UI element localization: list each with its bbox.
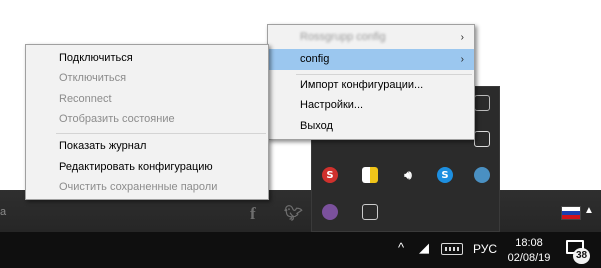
exit-label: Выход xyxy=(300,120,333,132)
menu-separator xyxy=(56,133,266,134)
show-hidden-icons-chevron-icon[interactable]: ^ xyxy=(398,240,404,255)
connect-label: Подключиться xyxy=(59,52,133,64)
keyboard-icon[interactable] xyxy=(441,243,463,255)
notification-count-badge: 38 xyxy=(573,248,590,264)
skype-icon[interactable]: S xyxy=(437,167,453,183)
settings-label: Настройки... xyxy=(300,99,364,111)
shield-icon[interactable] xyxy=(362,167,378,183)
network-icon[interactable]: ◢ xyxy=(419,240,429,256)
openvpn-main-menu: Rossgrupp config › config › Импорт конфи… xyxy=(267,24,475,140)
menu-item-show-status: Отобразить состояние xyxy=(26,109,268,130)
facebook-icon[interactable]: f xyxy=(250,204,256,224)
viber-icon[interactable] xyxy=(322,204,338,220)
menu-item-exit[interactable]: Выход xyxy=(268,116,474,137)
monitor-icon[interactable] xyxy=(474,95,490,111)
menu-item-reconnect: Reconnect xyxy=(26,89,268,110)
monitor2-icon[interactable] xyxy=(474,131,490,147)
menu-item-connect[interactable]: Подключиться xyxy=(26,48,268,69)
connection-submenu: Подключиться Отключиться Reconnect Отобр… xyxy=(25,44,269,200)
chevron-up-icon: ▲ xyxy=(584,205,594,216)
display-icon[interactable] xyxy=(362,204,378,220)
twitter-icon[interactable]: 🐦︎ xyxy=(284,204,303,223)
edit-config-label: Редактировать конфигурацию xyxy=(59,161,213,173)
globe-icon[interactable] xyxy=(474,167,490,183)
menu-item-blurred-config[interactable]: Rossgrupp config › xyxy=(268,27,474,48)
disconnect-label: Отключиться xyxy=(59,72,127,84)
input-language[interactable]: РУС xyxy=(473,242,497,256)
menu-item-show-log[interactable]: Показать журнал xyxy=(26,136,268,157)
config-label: config xyxy=(300,53,330,65)
menu-item-import-config[interactable]: Импорт конфигурации... xyxy=(268,75,474,96)
menu-item-edit-config[interactable]: Редактировать конфигурацию xyxy=(26,157,268,178)
submenu-arrow-icon: › xyxy=(460,32,464,43)
clock-time: 18:08 xyxy=(515,237,543,249)
clock-date: 02/08/19 xyxy=(507,252,551,264)
submenu-arrow-icon: › xyxy=(460,54,464,65)
footer-text: а xyxy=(0,206,7,218)
language-flag-icon[interactable] xyxy=(561,206,581,220)
blurred-config-label: Rossgrupp config xyxy=(300,31,386,43)
show-status-label: Отобразить состояние xyxy=(59,113,175,125)
menu-item-config[interactable]: config › xyxy=(268,49,474,70)
menu-item-disconnect: Отключиться xyxy=(26,68,268,89)
clear-passwords-label: Очистить сохраненные пароли xyxy=(59,181,218,193)
show-log-label: Показать журнал xyxy=(59,140,147,152)
volume-icon[interactable]: 🔊︎ xyxy=(400,167,416,183)
reconnect-label: Reconnect xyxy=(59,93,112,105)
import-config-label: Импорт конфигурации... xyxy=(300,79,424,91)
menu-item-settings[interactable]: Настройки... xyxy=(268,95,474,116)
clock[interactable]: 18:08 02/08/19 xyxy=(505,236,553,266)
menu-item-clear-passwords: Очистить сохраненные пароли xyxy=(26,177,268,198)
skype-s-icon[interactable]: S xyxy=(322,167,338,183)
